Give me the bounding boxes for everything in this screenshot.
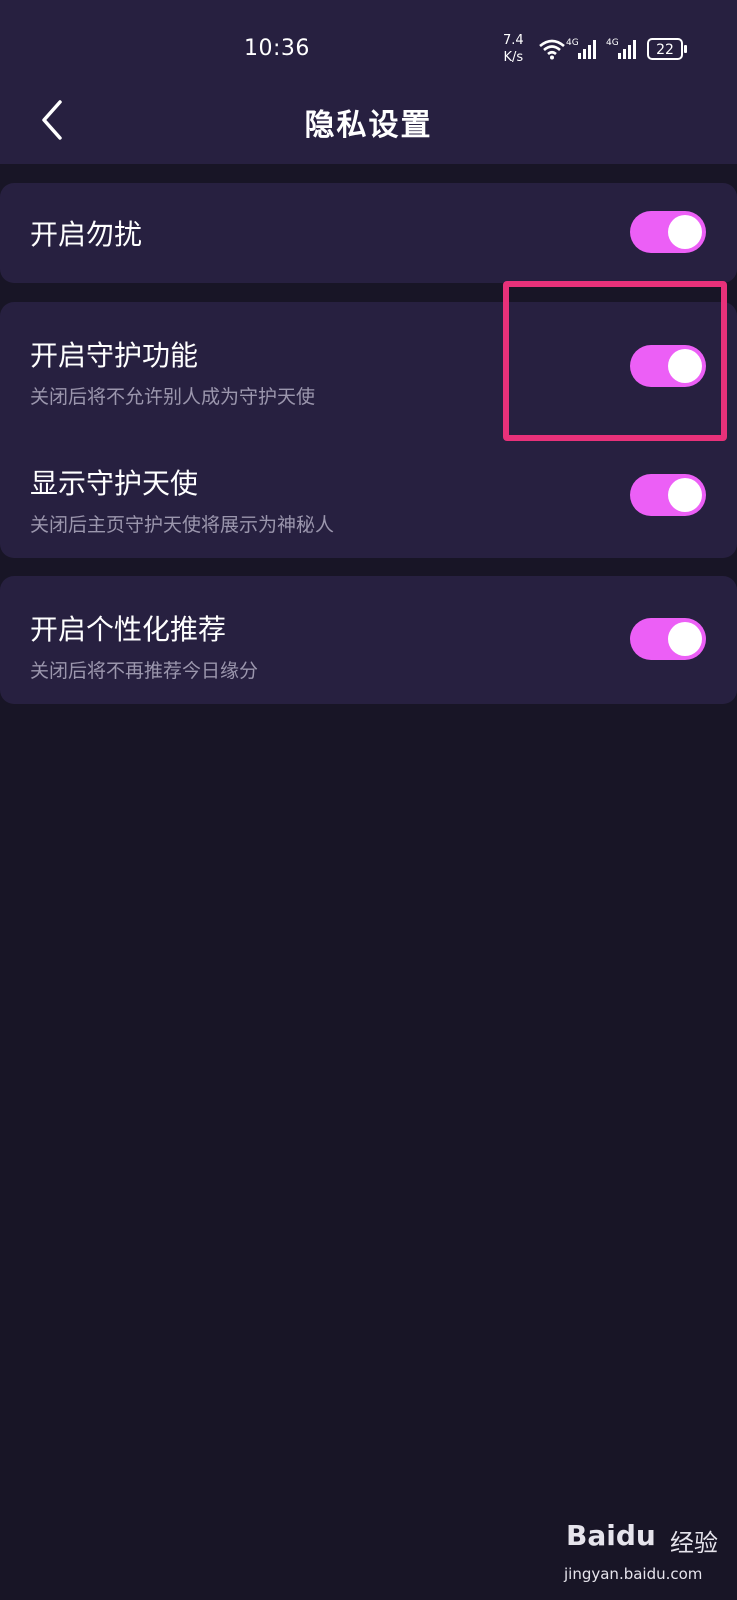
settings-card-dnd: 开启勿扰 — [0, 183, 737, 283]
setting-label: 开启勿扰 — [30, 218, 143, 251]
toggle-knob — [668, 622, 702, 656]
watermark-suffix: 经验 — [670, 1529, 718, 1557]
network-speed-value: 7.4 — [503, 33, 524, 48]
setting-label: 开启守护功能 — [30, 339, 199, 372]
battery-icon: 22 — [647, 38, 687, 60]
settings-card-recommend: 开启个性化推荐 关闭后将不再推荐今日缘分 — [0, 576, 737, 704]
baidu-jingyan-watermark: Baidu 经验 jingyan.baidu.com — [560, 1505, 730, 1595]
signal-1-label: 4G — [566, 38, 579, 48]
setting-row-show-guardian: 显示守护天使 关闭后主页守护天使将展示为神秘人 — [0, 432, 737, 558]
watermark-url: jingyan.baidu.com — [564, 1565, 703, 1583]
status-bar: 10:36 7.4 K/s 4G 4G 22 — [0, 0, 737, 90]
toggle-show-guardian[interactable] — [630, 474, 706, 516]
status-time: 10:36 — [244, 36, 310, 61]
setting-description: 关闭后将不再推荐今日缘分 — [30, 660, 259, 682]
network-speed-unit: K/s — [503, 50, 524, 65]
setting-row-recommend: 开启个性化推荐 关闭后将不再推荐今日缘分 — [0, 576, 737, 704]
top-bar: 10:36 7.4 K/s 4G 4G 22 隐私设置 — [0, 0, 737, 164]
setting-description: 关闭后主页守护天使将展示为神秘人 — [30, 514, 335, 536]
battery-level: 22 — [656, 42, 674, 58]
setting-row-dnd: 开启勿扰 — [0, 183, 737, 283]
setting-label: 显示守护天使 — [30, 467, 199, 500]
highlight-box — [503, 281, 727, 441]
signal-2-label: 4G — [606, 38, 619, 48]
watermark-brand: Baidu — [566, 1519, 656, 1552]
cell-signal-2-icon: 4G — [606, 38, 636, 59]
toggle-recommend[interactable] — [630, 618, 706, 660]
page-title: 隐私设置 — [304, 108, 433, 143]
wifi-icon — [539, 39, 565, 60]
setting-label: 开启个性化推荐 — [30, 613, 227, 646]
cell-signal-1-icon: 4G — [566, 38, 596, 59]
toggle-knob — [668, 215, 702, 249]
toggle-knob — [668, 478, 702, 512]
setting-description: 关闭后将不允许别人成为守护天使 — [30, 386, 316, 408]
toggle-dnd[interactable] — [630, 211, 706, 253]
network-speed: 7.4 K/s — [503, 32, 524, 66]
